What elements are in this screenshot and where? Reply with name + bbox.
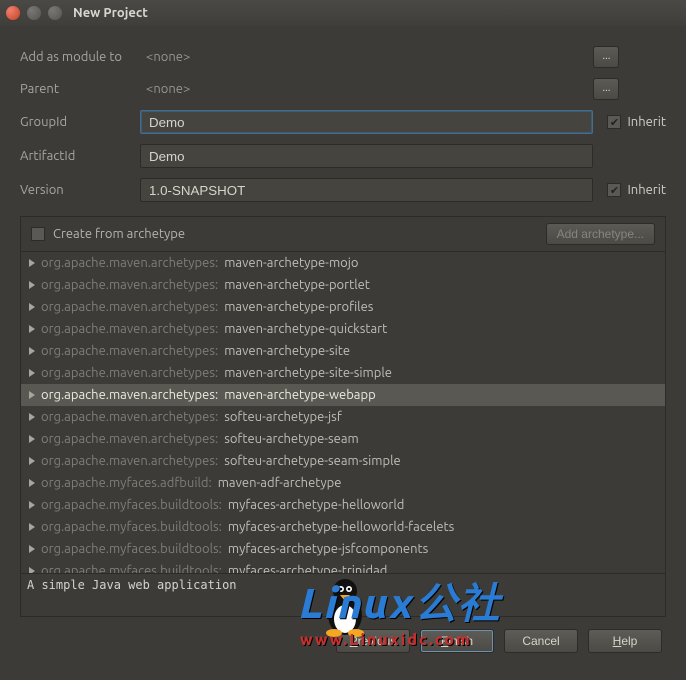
archetype-row[interactable]: org.apache.maven.archetypes: softeu-arche… (21, 428, 665, 450)
expand-arrow-icon[interactable] (29, 391, 35, 399)
parent-browse-button[interactable]: ... (593, 78, 619, 100)
maximize-icon[interactable] (48, 6, 62, 20)
expand-arrow-icon[interactable] (29, 501, 35, 509)
archetype-description: A simple Java web application (20, 573, 666, 617)
archetype-bar: Create from archetype Add archetype... (20, 216, 666, 251)
group-id-input[interactable] (140, 110, 593, 134)
dialog-button-row: Previous Finish Cancel Help (20, 629, 666, 653)
archetype-name: maven-archetype-webapp (224, 388, 376, 402)
expand-arrow-icon[interactable] (29, 567, 35, 573)
group-id-label: GroupId (20, 115, 140, 129)
archetype-prefix: org.apache.maven.archetypes: (41, 322, 218, 336)
checkbox-checked-icon: ✔ (607, 183, 621, 197)
archetype-name: maven-archetype-portlet (224, 278, 370, 292)
archetype-row[interactable]: org.apache.maven.archetypes: softeu-arche… (21, 406, 665, 428)
archetype-row[interactable]: org.apache.myfaces.adfbuild: maven-adf-ar… (21, 472, 665, 494)
archetype-prefix: org.apache.myfaces.buildtools: (41, 520, 222, 534)
version-inherit[interactable]: ✔ Inherit (607, 183, 666, 197)
inherit-label: Inherit (627, 115, 666, 129)
archetype-prefix: org.apache.maven.archetypes: (41, 410, 218, 424)
archetype-prefix: org.apache.maven.archetypes: (41, 278, 218, 292)
cancel-button[interactable]: Cancel (504, 629, 578, 653)
archetype-prefix: org.apache.maven.archetypes: (41, 432, 218, 446)
archetype-row[interactable]: org.apache.maven.archetypes: maven-archet… (21, 252, 665, 274)
expand-arrow-icon[interactable] (29, 325, 35, 333)
archetype-prefix: org.apache.myfaces.buildtools: (41, 564, 222, 573)
expand-arrow-icon[interactable] (29, 281, 35, 289)
expand-arrow-icon[interactable] (29, 435, 35, 443)
archetype-prefix: org.apache.maven.archetypes: (41, 300, 218, 314)
finish-button[interactable]: Finish (420, 629, 494, 653)
add-as-module-browse-button[interactable]: ... (593, 46, 619, 68)
artifact-id-label: ArtifactId (20, 149, 140, 163)
create-from-archetype-checkbox[interactable] (31, 227, 45, 241)
create-from-archetype-label: Create from archetype (53, 227, 185, 241)
archetype-name: maven-archetype-quickstart (224, 322, 387, 336)
archetype-row[interactable]: org.apache.maven.archetypes: maven-archet… (21, 318, 665, 340)
archetype-row[interactable]: org.apache.maven.archetypes: maven-archet… (21, 296, 665, 318)
inherit-label: Inherit (627, 183, 666, 197)
archetype-prefix: org.apache.maven.archetypes: (41, 256, 218, 270)
archetype-name: myfaces-archetype-jsfcomponents (228, 542, 428, 556)
archetype-prefix: org.apache.myfaces.buildtools: (41, 498, 222, 512)
add-as-module-value: <none> (140, 50, 593, 64)
expand-arrow-icon[interactable] (29, 303, 35, 311)
expand-arrow-icon[interactable] (29, 545, 35, 553)
expand-arrow-icon[interactable] (29, 347, 35, 355)
parent-label: Parent (20, 82, 140, 96)
expand-arrow-icon[interactable] (29, 479, 35, 487)
artifact-id-input[interactable] (140, 144, 593, 168)
archetype-prefix: org.apache.maven.archetypes: (41, 344, 218, 358)
add-as-module-label: Add as module to (20, 50, 140, 64)
archetype-tree[interactable]: org.apache.maven.archetypes: maven-archet… (20, 251, 666, 573)
archetype-name: myfaces-archetype-helloworld (228, 498, 405, 512)
archetype-row[interactable]: org.apache.myfaces.buildtools: myfaces-ar… (21, 560, 665, 573)
archetype-row[interactable]: org.apache.myfaces.buildtools: myfaces-ar… (21, 516, 665, 538)
checkbox-checked-icon: ✔ (607, 115, 621, 129)
previous-button[interactable]: Previous (336, 629, 410, 653)
archetype-name: softeu-archetype-seam-simple (224, 454, 401, 468)
archetype-row[interactable]: org.apache.maven.archetypes: softeu-arche… (21, 450, 665, 472)
archetype-row[interactable]: org.apache.myfaces.buildtools: myfaces-ar… (21, 494, 665, 516)
parent-value: <none> (140, 82, 593, 96)
expand-arrow-icon[interactable] (29, 523, 35, 531)
archetype-prefix: org.apache.maven.archetypes: (41, 366, 218, 380)
archetype-prefix: org.apache.maven.archetypes: (41, 454, 218, 468)
archetype-prefix: org.apache.maven.archetypes: (41, 388, 218, 402)
archetype-row[interactable]: org.apache.maven.archetypes: maven-archet… (21, 362, 665, 384)
window-title: New Project (73, 6, 148, 20)
archetype-row[interactable]: org.apache.myfaces.buildtools: myfaces-ar… (21, 538, 665, 560)
archetype-name: maven-archetype-site-simple (224, 366, 392, 380)
titlebar: New Project (0, 0, 686, 26)
archetype-name: softeu-archetype-seam (224, 432, 359, 446)
add-archetype-button[interactable]: Add archetype... (546, 223, 655, 245)
close-icon[interactable] (6, 6, 20, 20)
expand-arrow-icon[interactable] (29, 457, 35, 465)
archetype-name: maven-archetype-profiles (224, 300, 373, 314)
archetype-row[interactable]: org.apache.maven.archetypes: maven-archet… (21, 274, 665, 296)
archetype-name: myfaces-archetype-helloworld-facelets (228, 520, 454, 534)
archetype-prefix: org.apache.myfaces.buildtools: (41, 542, 222, 556)
archetype-name: softeu-archetype-jsf (224, 410, 342, 424)
version-label: Version (20, 183, 140, 197)
expand-arrow-icon[interactable] (29, 259, 35, 267)
archetype-row[interactable]: org.apache.maven.archetypes: maven-archet… (21, 384, 665, 406)
group-id-inherit[interactable]: ✔ Inherit (607, 115, 666, 129)
version-input[interactable] (140, 178, 593, 202)
archetype-name: myfaces-archetype-trinidad (228, 564, 388, 573)
expand-arrow-icon[interactable] (29, 413, 35, 421)
archetype-name: maven-archetype-mojo (224, 256, 358, 270)
help-button[interactable]: Help (588, 629, 662, 653)
archetype-row[interactable]: org.apache.maven.archetypes: maven-archet… (21, 340, 665, 362)
minimize-icon[interactable] (27, 6, 41, 20)
archetype-prefix: org.apache.myfaces.adfbuild: (41, 476, 212, 490)
archetype-name: maven-archetype-site (224, 344, 350, 358)
expand-arrow-icon[interactable] (29, 369, 35, 377)
archetype-name: maven-adf-archetype (218, 476, 342, 490)
